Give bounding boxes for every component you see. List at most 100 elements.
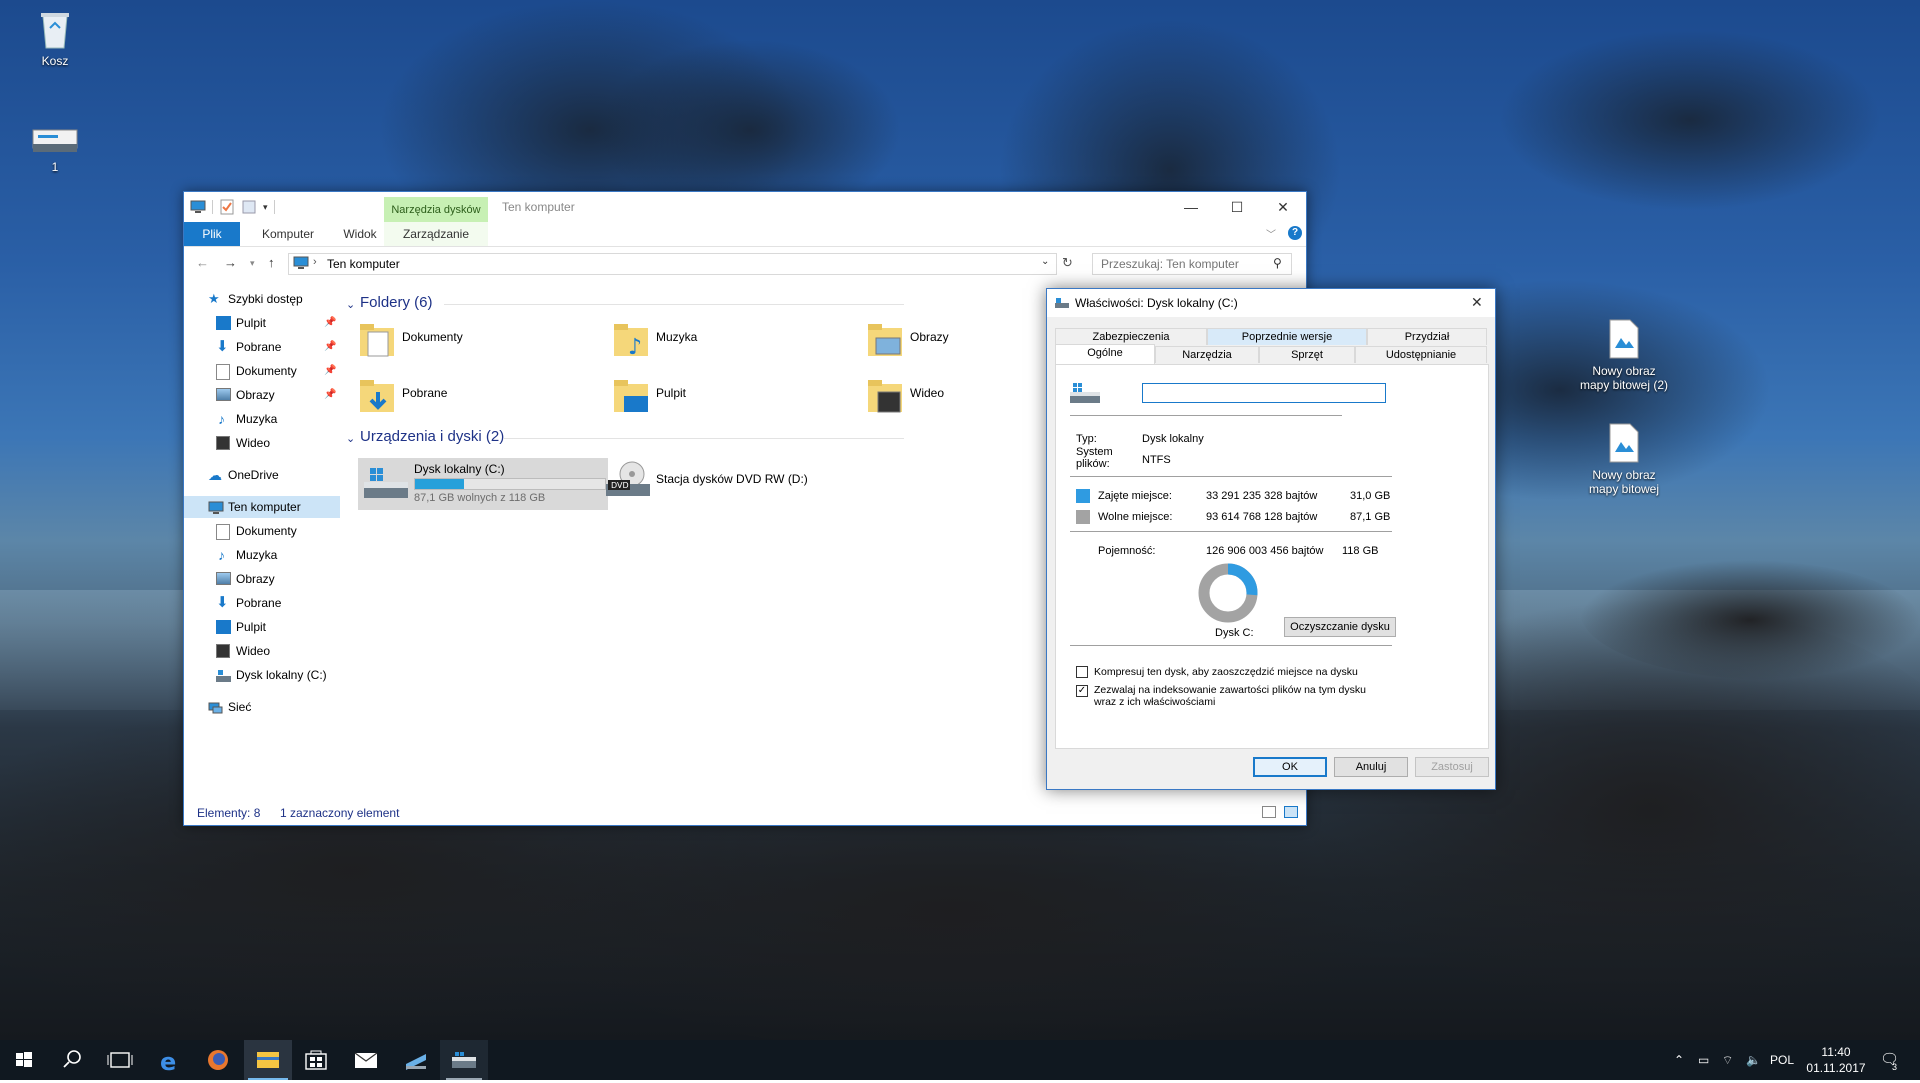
taskbar: e ⌃ ▭ ⌔ 🔈 POL 11:40 01.11.2017 🗨 3 <box>0 1040 1920 1080</box>
taskbar-firefox[interactable] <box>194 1040 242 1080</box>
music-note-icon: ♪ <box>218 547 225 563</box>
nav-pc-wideo[interactable]: Wideo <box>184 640 340 662</box>
nav-this-pc[interactable]: Ten komputer <box>184 496 340 518</box>
tab-sharing[interactable]: Udostępnianie <box>1355 346 1487 363</box>
explorer-titlebar[interactable]: ▾ Narzędzia dysków Ten komputer — ☐ ✕ <box>184 192 1306 223</box>
nav-pc-obrazy[interactable]: Obrazy <box>184 568 340 590</box>
pin-icon[interactable]: 📌 <box>324 312 336 334</box>
tab-hardware[interactable]: Sprzęt <box>1259 346 1355 363</box>
search-button[interactable] <box>48 1040 96 1080</box>
search-box[interactable]: ⚲ <box>1092 253 1292 275</box>
address-bar[interactable]: › Ten komputer ⌄ <box>288 253 1057 275</box>
folder-muzyka[interactable]: ♪ Muzyka <box>606 316 826 364</box>
tab-file[interactable]: Plik <box>184 222 240 246</box>
task-view-button[interactable] <box>96 1040 144 1080</box>
nav-pc-muzyka[interactable]: ♪ Muzyka <box>184 544 340 566</box>
close-button[interactable]: ✕ <box>1260 194 1306 220</box>
language-indicator[interactable]: POL <box>1770 1040 1794 1080</box>
nav-pc-dokumenty[interactable]: Dokumenty <box>184 520 340 542</box>
back-arrow-icon[interactable]: ← <box>196 255 209 270</box>
nav-network[interactable]: Sieć <box>184 696 340 718</box>
show-hidden-icons-chevron-icon[interactable]: ⌃ <box>1674 1040 1684 1080</box>
properties-icon[interactable] <box>219 199 235 215</box>
clock[interactable]: 11:40 01.11.2017 <box>1806 1044 1866 1076</box>
nav-pc-pulpit[interactable]: Pulpit <box>184 616 340 638</box>
nav-onedrive[interactable]: ☁ OneDrive <box>184 464 340 486</box>
search-input[interactable] <box>1101 257 1271 271</box>
details-view-icon[interactable] <box>1262 806 1276 818</box>
battery-icon[interactable]: ▭ <box>1698 1040 1709 1080</box>
nav-quick-wideo[interactable]: Wideo <box>184 432 340 454</box>
nav-pc-drive-c[interactable]: Dysk lokalny (C:) <box>184 664 340 686</box>
taskbar-app[interactable] <box>392 1040 440 1080</box>
folders-section-header[interactable]: Foldery (6) <box>360 294 433 311</box>
nav-quick-muzyka[interactable]: ♪ Muzyka <box>184 408 340 430</box>
properties-dialog[interactable]: Właściwości: Dysk lokalny (C:) ✕ Zabezpi… <box>1046 288 1496 790</box>
drive-c-tile[interactable]: Dysk lokalny (C:) 87,1 GB wolnych z 118 … <box>358 458 608 510</box>
apply-button[interactable]: Zastosuj <box>1415 757 1489 777</box>
recent-locations-chevron-icon[interactable]: ▾ <box>250 258 255 269</box>
start-button[interactable] <box>0 1040 48 1080</box>
tab-tools[interactable]: Narzędzia <box>1155 346 1259 363</box>
disk-cleanup-button[interactable]: Oczyszczanie dysku <box>1284 617 1396 637</box>
type-label: Typ: <box>1076 433 1097 445</box>
folder-dokumenty[interactable]: Dokumenty <box>352 316 572 364</box>
up-arrow-icon[interactable]: ↑ <box>268 255 275 270</box>
taskbar-edge[interactable]: e <box>146 1040 194 1080</box>
pin-icon[interactable]: 📌 <box>324 336 336 358</box>
collapse-chevron-icon[interactable]: ⌄ <box>346 432 355 445</box>
new-folder-icon[interactable] <box>241 199 257 215</box>
pin-icon[interactable]: 📌 <box>324 384 336 406</box>
tab-computer[interactable]: Komputer <box>248 222 328 246</box>
ok-button[interactable]: OK <box>1253 757 1327 777</box>
tab-quota[interactable]: Przydział <box>1367 328 1487 345</box>
large-icons-view-icon[interactable] <box>1284 806 1298 818</box>
general-tab-panel: Typ: Dysk lokalny System plików: NTFS Za… <box>1055 364 1489 749</box>
close-icon[interactable]: ✕ <box>1471 294 1483 311</box>
volume-icon[interactable]: 🔈 <box>1746 1040 1761 1080</box>
refresh-icon[interactable]: ↻ <box>1062 255 1073 271</box>
address-dropdown-chevron-icon[interactable]: ⌄ <box>1041 256 1049 267</box>
desktop-icon-1[interactable]: 1 <box>10 126 100 174</box>
tab-security[interactable]: Zabezpieczenia <box>1055 328 1207 345</box>
ribbon-expand-icon[interactable]: ﹀ <box>1266 226 1276 241</box>
collapse-chevron-icon[interactable]: ⌄ <box>346 298 355 311</box>
taskbar-mail[interactable] <box>342 1040 390 1080</box>
tab-general[interactable]: Ogólne <box>1055 344 1155 364</box>
wifi-icon[interactable]: ⌔ <box>1722 1040 1733 1080</box>
nav-pc-pobrane[interactable]: ⬇ Pobrane <box>184 592 340 614</box>
drive-name-input[interactable] <box>1142 383 1386 403</box>
maximize-button[interactable]: ☐ <box>1214 194 1260 220</box>
tab-manage[interactable]: Zarządzanie <box>384 222 488 246</box>
taskbar-disk-properties[interactable] <box>440 1040 488 1080</box>
breadcrumb[interactable]: Ten komputer <box>327 257 400 271</box>
nav-quick-pobrane[interactable]: ⬇ Pobrane 📌 <box>184 336 340 358</box>
devices-section-header[interactable]: Urządzenia i dyski (2) <box>360 428 504 445</box>
search-icon[interactable]: ⚲ <box>1273 256 1282 270</box>
pin-icon[interactable]: 📌 <box>324 360 336 382</box>
drive-d-tile[interactable]: DVD Stacja dysków DVD RW (D:) <box>600 456 860 504</box>
desktop-icon-label: Kosz <box>41 54 69 68</box>
desktop-icon-recycle-bin[interactable]: Kosz <box>10 8 100 68</box>
minimize-button[interactable]: — <box>1168 194 1214 220</box>
desktop-icon-bitmap-2[interactable]: Nowy obraz mapy bitowej (2) <box>1576 318 1672 392</box>
dialog-titlebar[interactable]: Właściwości: Dysk lokalny (C:) ✕ <box>1047 289 1495 317</box>
taskbar-store[interactable] <box>292 1040 340 1080</box>
taskbar-file-explorer[interactable] <box>244 1040 292 1080</box>
nav-quick-pulpit[interactable]: Pulpit 📌 <box>184 312 340 334</box>
index-checkbox[interactable]: ✓ <box>1076 685 1088 697</box>
forward-arrow-icon[interactable]: → <box>224 255 237 270</box>
chevron-down-icon[interactable]: ▾ <box>263 202 268 213</box>
cancel-button[interactable]: Anuluj <box>1334 757 1408 777</box>
folder-pulpit[interactable]: Pulpit <box>606 372 826 420</box>
tab-view[interactable]: Widok <box>330 222 390 246</box>
compress-checkbox[interactable] <box>1076 666 1088 678</box>
notifications-icon[interactable]: 🗨 <box>1880 1040 1899 1080</box>
folder-pobrane[interactable]: Pobrane <box>352 372 572 420</box>
nav-quick-obrazy[interactable]: Obrazy 📌 <box>184 384 340 406</box>
help-icon[interactable]: ? <box>1288 226 1302 240</box>
tab-previous-versions[interactable]: Poprzednie wersje <box>1207 328 1367 345</box>
nav-quick-access[interactable]: ★ Szybki dostęp <box>184 288 340 310</box>
nav-quick-dokumenty[interactable]: Dokumenty 📌 <box>184 360 340 382</box>
desktop-icon-bitmap[interactable]: Nowy obraz mapy bitowej <box>1576 422 1672 496</box>
